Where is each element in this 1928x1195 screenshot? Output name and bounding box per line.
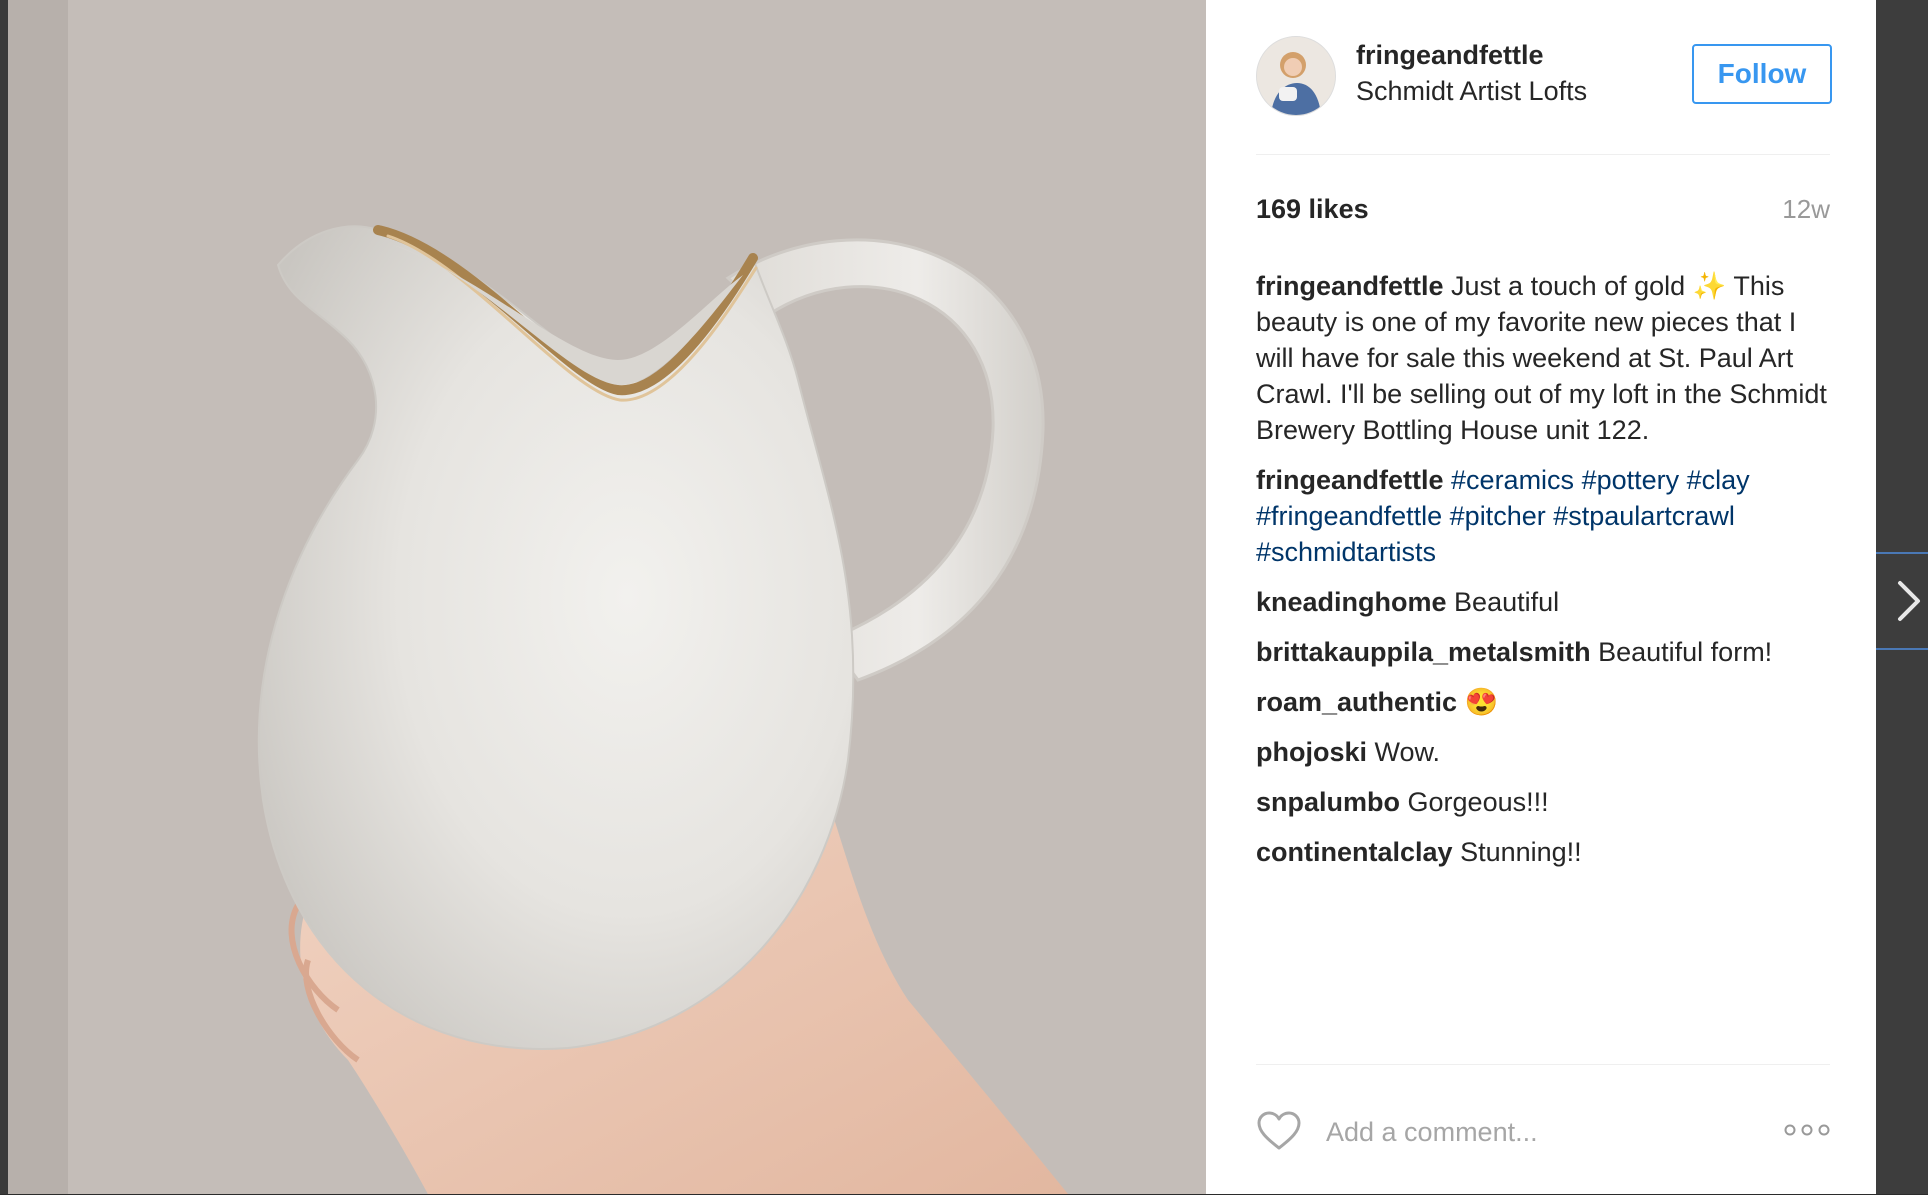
comment-username[interactable]: fringeandfettle bbox=[1256, 465, 1444, 495]
comment-text: Stunning!! bbox=[1460, 837, 1582, 867]
post-author-username[interactable]: fringeandfettle bbox=[1356, 40, 1544, 71]
hashtag-comment: fringeandfettle #ceramics #pottery #clay… bbox=[1256, 462, 1836, 570]
hashtag-link[interactable]: #ceramics bbox=[1451, 465, 1574, 495]
post-age[interactable]: 12w bbox=[1782, 194, 1830, 225]
comment-footer bbox=[1256, 1064, 1830, 1195]
post-modal: fringeandfettle Schmidt Artist Lofts Fol… bbox=[8, 0, 1876, 1194]
comment: brittakauppila_metalsmith Beautiful form… bbox=[1256, 634, 1836, 670]
comment-text: Wow. bbox=[1374, 737, 1441, 767]
comment: kneadinghome Beautiful bbox=[1256, 584, 1836, 620]
hashtag-link[interactable]: #schmidtartists bbox=[1256, 537, 1436, 567]
likes-row: 169 likes 12w bbox=[1256, 194, 1830, 230]
follow-button[interactable]: Follow bbox=[1692, 44, 1832, 104]
caption: fringeandfettle Just a touch of gold ✨ T… bbox=[1256, 268, 1836, 448]
hashtag-link[interactable]: #pitcher bbox=[1450, 501, 1546, 531]
avatar[interactable] bbox=[1256, 36, 1336, 116]
comment-text: Gorgeous!!! bbox=[1407, 787, 1549, 817]
post-sidebar: fringeandfettle Schmidt Artist Lofts Fol… bbox=[1206, 0, 1876, 1194]
chevron-right-icon bbox=[1898, 581, 1920, 621]
like-button[interactable] bbox=[1256, 1111, 1302, 1156]
comment-username[interactable]: phojoski bbox=[1256, 737, 1367, 767]
caption-username[interactable]: fringeandfettle bbox=[1256, 271, 1444, 301]
comment: continentalclay Stunning!! bbox=[1256, 834, 1836, 870]
comment: snpalumbo Gorgeous!!! bbox=[1256, 784, 1836, 820]
avatar-image bbox=[1257, 37, 1335, 115]
heart-icon bbox=[1257, 1111, 1301, 1150]
hashtag-link[interactable]: #pottery bbox=[1582, 465, 1680, 495]
comment-username[interactable]: roam_authentic bbox=[1256, 687, 1457, 717]
comment-text: Beautiful bbox=[1454, 587, 1560, 617]
add-comment-input[interactable] bbox=[1324, 1109, 1748, 1155]
comment-username[interactable]: snpalumbo bbox=[1256, 787, 1400, 817]
pitcher-photo-illustration bbox=[8, 0, 1206, 1194]
more-options-button[interactable] bbox=[1784, 1123, 1830, 1142]
hashtag-link[interactable]: #clay bbox=[1687, 465, 1750, 495]
caption-text: Just a touch of gold bbox=[1451, 271, 1686, 301]
next-post-button[interactable] bbox=[1876, 552, 1928, 650]
more-options-icon bbox=[1784, 1124, 1830, 1136]
comments-list: fringeandfettle Just a touch of gold ✨ T… bbox=[1256, 268, 1836, 884]
comment: phojoski Wow. bbox=[1256, 734, 1836, 770]
post-location[interactable]: Schmidt Artist Lofts bbox=[1356, 76, 1587, 107]
sparkles-emoji: ✨ bbox=[1692, 271, 1727, 301]
heart-eyes-emoji: 😍 bbox=[1464, 687, 1499, 717]
comment: roam_authentic 😍 bbox=[1256, 684, 1836, 720]
comment-username[interactable]: brittakauppila_metalsmith bbox=[1256, 637, 1591, 667]
comment-username[interactable]: continentalclay bbox=[1256, 837, 1453, 867]
post-header: fringeandfettle Schmidt Artist Lofts Fol… bbox=[1256, 36, 1832, 155]
hashtag-link[interactable]: #fringeandfettle bbox=[1256, 501, 1442, 531]
comment-text: Beautiful form! bbox=[1598, 637, 1773, 667]
backdrop-left bbox=[0, 0, 8, 1194]
post-photo bbox=[8, 0, 1206, 1194]
hashtag-link[interactable]: #stpaulartcrawl bbox=[1553, 501, 1735, 531]
comment-username[interactable]: kneadinghome bbox=[1256, 587, 1447, 617]
likes-count[interactable]: 169 likes bbox=[1256, 194, 1369, 225]
